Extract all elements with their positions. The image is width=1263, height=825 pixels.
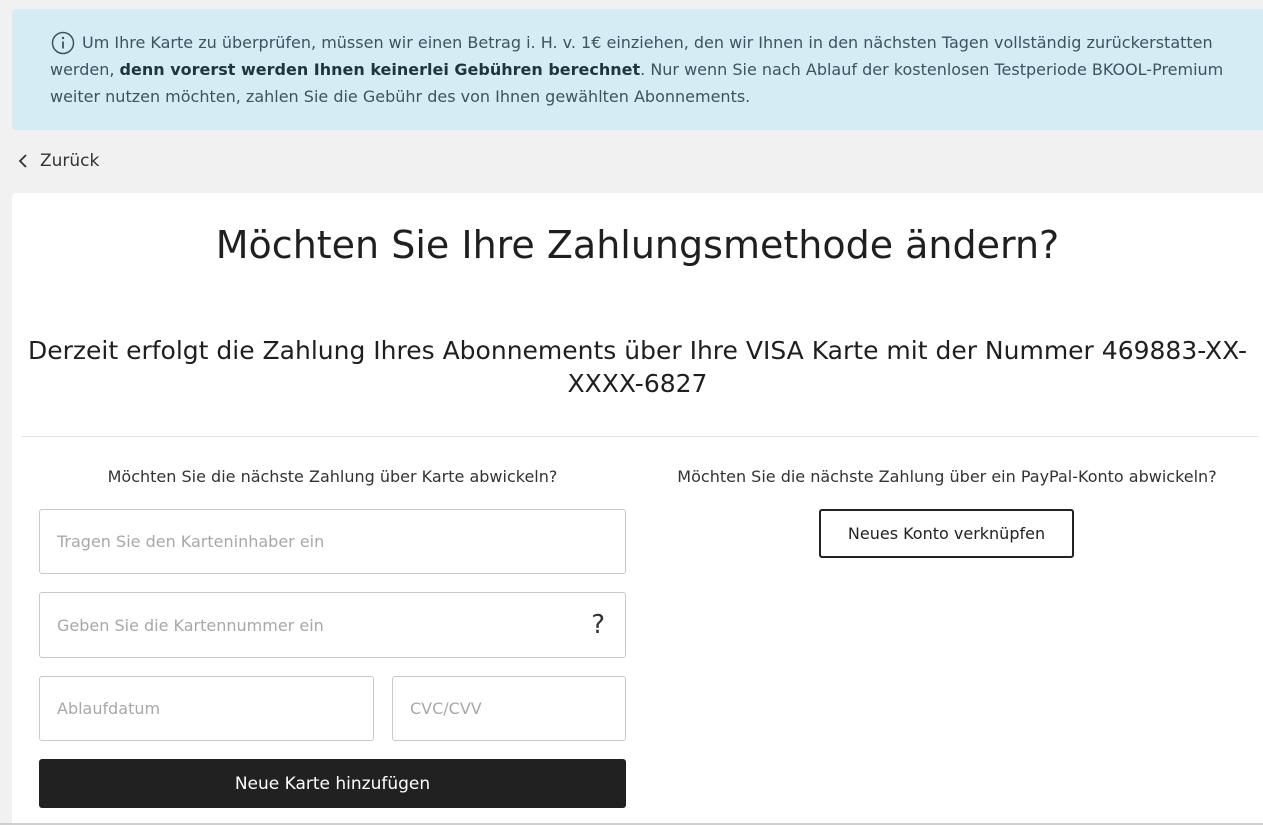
back-label: Zurück [40, 151, 100, 171]
expiry-field [39, 676, 374, 741]
info-banner: Um Ihre Karte zu überprüfen, müssen wir … [12, 9, 1263, 130]
info-banner-text: Um Ihre Karte zu überprüfen, müssen wir … [50, 29, 1233, 110]
link-paypal-button[interactable]: Neues Konto verknüpfen [819, 509, 1074, 558]
card-section-heading: Möchten Sie die nächste Zahlung über Kar… [107, 467, 558, 486]
cardholder-field [39, 509, 626, 574]
card-number-field: ? [39, 592, 626, 658]
cvc-field [392, 676, 626, 741]
paypal-section-heading: Möchten Sie die nächste Zahlung über ein… [677, 467, 1217, 486]
expiry-input[interactable] [40, 677, 373, 740]
section-divider [21, 436, 1258, 437]
card-number-input[interactable] [40, 593, 625, 657]
chevron-left-icon [18, 154, 27, 168]
page-title: Möchten Sie Ihre Zahlungsmethode ändern? [215, 223, 1060, 267]
help-icon[interactable]: ? [591, 612, 605, 638]
cardholder-input[interactable] [40, 510, 625, 573]
info-icon [51, 31, 75, 55]
cvc-input[interactable] [393, 677, 625, 740]
current-payment-info: Derzeit erfolgt die Zahlung Ihres Abonne… [27, 336, 1248, 398]
info-text-bold: denn vorerst werden Ihnen keinerlei Gebü… [119, 60, 641, 79]
back-link[interactable]: Zurück [18, 148, 99, 174]
add-card-button[interactable]: Neue Karte hinzufügen [39, 759, 626, 808]
